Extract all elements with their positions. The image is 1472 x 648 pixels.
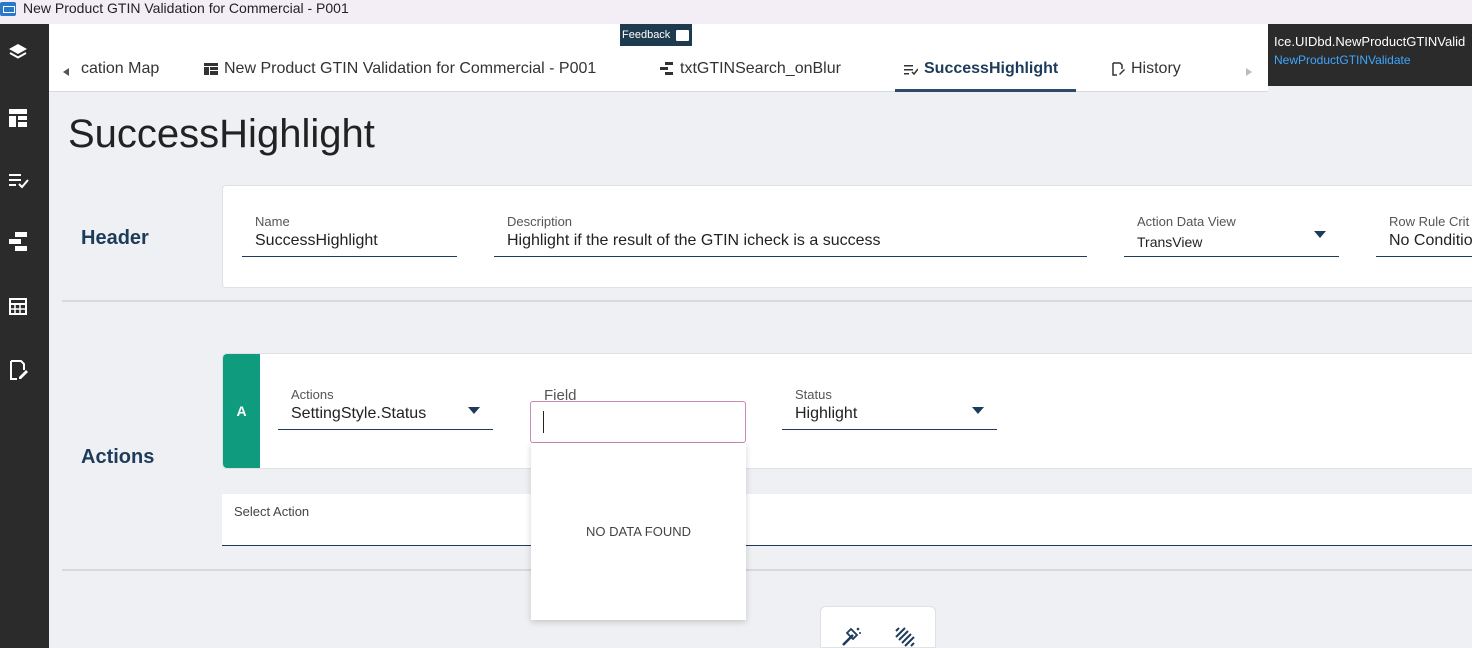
checklist-icon bbox=[904, 65, 918, 75]
form-icon bbox=[204, 63, 218, 75]
tab-scroll-left-icon[interactable] bbox=[63, 68, 69, 76]
tab-label: New Product GTIN Validation for Commerci… bbox=[224, 60, 597, 77]
tab-successhighlight[interactable]: SuccessHighlight bbox=[904, 60, 1058, 78]
info-panel: Ice.UIDbd.NewProductGTINValid NewProduct… bbox=[1268, 24, 1472, 86]
window-title-bar: New Product GTIN Validation for Commerci… bbox=[0, 0, 1472, 24]
edit-doc-icon[interactable] bbox=[6, 358, 30, 382]
tab-label: txtGTINSearch_onBlur bbox=[680, 60, 841, 77]
tab-application-map[interactable]: cation Map bbox=[81, 60, 159, 78]
description-field[interactable]: Description Highlight if the result of t… bbox=[494, 214, 1087, 257]
tab-form[interactable]: New Product GTIN Validation for Commerci… bbox=[204, 60, 596, 78]
comment-icon bbox=[676, 29, 690, 41]
feedback-button[interactable]: Feedback bbox=[620, 24, 692, 46]
page-title: SuccessHighlight bbox=[68, 112, 375, 156]
tab-label: SuccessHighlight bbox=[924, 60, 1059, 77]
select-action-field[interactable]: Select Action bbox=[222, 494, 1472, 546]
header-card: Name SuccessHighlight Description Highli… bbox=[222, 185, 1472, 288]
status-select[interactable]: Status Highlight bbox=[782, 387, 997, 430]
pattern-icon[interactable] bbox=[893, 625, 917, 648]
status-label: Status bbox=[795, 387, 832, 402]
actions-value: SettingStyle.Status bbox=[291, 405, 427, 422]
field-dropdown[interactable]: NO DATA FOUND bbox=[531, 443, 746, 620]
info-link[interactable]: NewProductGTINValidate bbox=[1274, 53, 1472, 67]
table-icon[interactable] bbox=[6, 294, 30, 318]
actions-section-label: Actions bbox=[81, 446, 155, 468]
hierarchy-icon[interactable] bbox=[6, 229, 30, 253]
name-value: SuccessHighlight bbox=[255, 232, 378, 249]
tab-label: cation Map bbox=[81, 60, 160, 77]
history-doc-icon bbox=[1112, 62, 1125, 76]
tab-history[interactable]: History bbox=[1111, 60, 1181, 78]
window-title: New Product GTIN Validation for Commerci… bbox=[23, 0, 349, 16]
chevron-down-icon bbox=[1314, 231, 1326, 238]
section-divider bbox=[62, 569, 1472, 571]
app-icon bbox=[0, 2, 16, 16]
row-rule-label: Row Rule Crit bbox=[1389, 214, 1470, 229]
name-field[interactable]: Name SuccessHighlight bbox=[242, 214, 457, 257]
row-rule-value: No Conditio bbox=[1389, 232, 1472, 249]
tab-scroll-right-icon[interactable] bbox=[1246, 68, 1252, 76]
actions-label: Actions bbox=[291, 387, 334, 402]
tab-event[interactable]: txtGTINSearch_onBlur bbox=[660, 60, 841, 78]
row-rule-criteria-select[interactable]: Row Rule Crit No Conditio bbox=[1376, 214, 1472, 257]
description-label: Description bbox=[507, 214, 573, 229]
layers-icon[interactable] bbox=[6, 40, 30, 64]
feedback-label: Feedback bbox=[622, 29, 671, 41]
active-tab-indicator bbox=[895, 89, 1076, 92]
action-badge: A bbox=[223, 354, 260, 468]
action-data-view-select[interactable]: Action Data View TransView bbox=[1124, 214, 1339, 257]
tab-bar: Feedback cation Map New Product GTIN Val… bbox=[49, 24, 1268, 92]
left-rail bbox=[0, 24, 49, 648]
name-label: Name bbox=[255, 214, 290, 229]
select-action-label: Select Action bbox=[234, 504, 310, 519]
section-divider bbox=[62, 300, 1472, 302]
field-input[interactable] bbox=[530, 401, 746, 443]
header-section-label: Header bbox=[81, 227, 149, 249]
status-value: Highlight bbox=[795, 405, 858, 422]
event-icon bbox=[660, 62, 673, 75]
layout-icon[interactable] bbox=[6, 106, 30, 130]
no-data-message: NO DATA FOUND bbox=[586, 524, 691, 539]
description-value: Highlight if the result of the GTIN iche… bbox=[507, 232, 881, 249]
action-data-view-value: TransView bbox=[1137, 234, 1203, 250]
checklist-icon[interactable] bbox=[6, 168, 30, 192]
action-data-view-label: Action Data View bbox=[1137, 214, 1236, 229]
text-cursor bbox=[543, 411, 544, 433]
bottom-toolbox bbox=[820, 606, 936, 648]
info-line-1: Ice.UIDbd.NewProductGTINValid bbox=[1274, 34, 1466, 49]
chevron-down-icon bbox=[972, 407, 984, 414]
actions-select[interactable]: Actions SettingStyle.Status bbox=[278, 387, 493, 430]
chevron-down-icon bbox=[468, 407, 480, 414]
tab-label: History bbox=[1131, 60, 1181, 77]
magic-wand-icon[interactable] bbox=[839, 625, 863, 648]
